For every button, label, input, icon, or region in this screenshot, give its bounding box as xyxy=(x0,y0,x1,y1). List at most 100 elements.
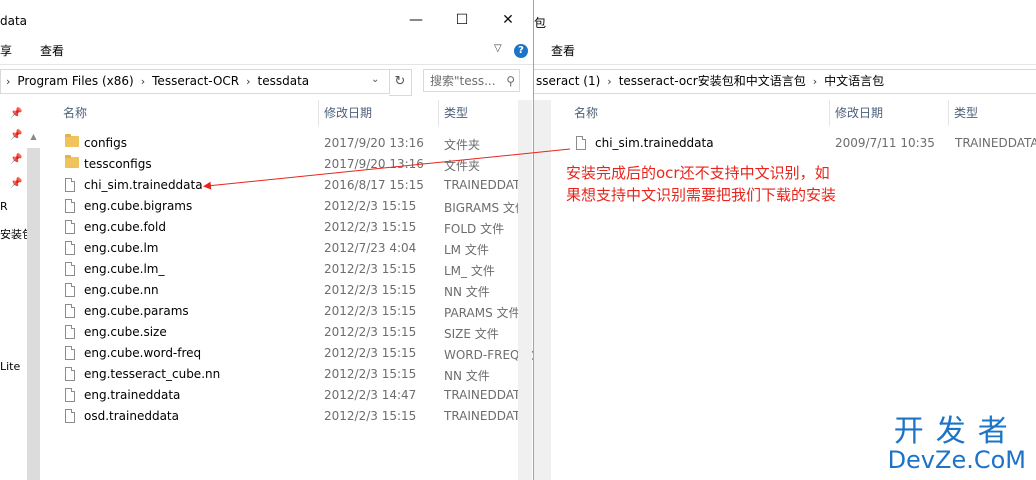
file-row[interactable]: osd.traineddata 2012/2/3 15:15 TRAINEDDATA xyxy=(58,406,528,427)
file-icon xyxy=(65,388,75,402)
search-input[interactable]: 搜索"tess... ⚲ xyxy=(423,69,520,92)
file-icon xyxy=(65,325,75,339)
right-explorer-window: 包 查看 sseract (1) › tesseract-ocr安装包和中文语言包 ›… xyxy=(534,0,1036,480)
file-row[interactable]: eng.traineddata 2012/2/3 14:47 TRAINEDDATA xyxy=(58,385,528,406)
pin-icon[interactable]: 📌 xyxy=(10,178,22,189)
file-date: 2012/2/3 15:15 xyxy=(324,304,417,318)
file-row[interactable]: tessconfigs 2017/9/20 13:16 文件夹 xyxy=(58,154,518,175)
breadcrumb-item[interactable]: Tesseract-OCR xyxy=(150,70,241,93)
file-name: eng.cube.params xyxy=(84,304,189,318)
maximize-button[interactable]: ☐ xyxy=(442,6,482,34)
pin-icon[interactable]: 📌 xyxy=(10,130,22,141)
ribbon-tab-view[interactable]: 查看 xyxy=(40,42,64,59)
file-type: TRAINEDDATA xyxy=(444,178,528,192)
file-name: tessconfigs xyxy=(84,157,152,171)
file-date: 2012/2/3 15:15 xyxy=(324,325,417,339)
column-header-date[interactable]: 修改日期 xyxy=(835,100,883,126)
column-header-name[interactable]: 名称 xyxy=(574,100,598,126)
file-date: 2012/2/3 14:47 xyxy=(324,388,417,402)
nav-item[interactable]: R xyxy=(0,200,8,213)
file-type: TRAINEDDATA xyxy=(955,136,1036,150)
address-bar[interactable]: sseract (1) › tesseract-ocr安装包和中文语言包 › 中文语言包 xyxy=(534,69,1036,94)
breadcrumb-item[interactable]: sseract (1) xyxy=(534,70,602,93)
file-type: NN 文件 xyxy=(444,285,490,299)
file-date: 2009/7/11 10:35 xyxy=(835,136,935,150)
breadcrumb-item[interactable]: tesseract-ocr安装包和中文语言包 xyxy=(617,70,808,93)
file-icon xyxy=(65,409,75,423)
file-type: TRAINEDDATA xyxy=(444,388,528,402)
file-date: 2012/7/23 4:04 xyxy=(324,241,417,255)
address-bar[interactable]: › Program Files (x86) › Tesseract-OCR › tessd… xyxy=(0,69,390,94)
help-icon[interactable]: ? xyxy=(514,44,528,58)
watermark-logo: 开发者 DevZe.CoM xyxy=(888,414,1026,473)
file-type: SIZE 文件 xyxy=(444,327,499,341)
refresh-icon[interactable]: ↻ xyxy=(389,69,412,96)
file-date: 2012/2/3 15:15 xyxy=(324,262,417,276)
chevron-right-icon: › xyxy=(6,75,11,88)
annotation-line: 安装完成后的ocr还不支持中文识别，如 xyxy=(566,164,830,182)
nav-item[interactable]: Lite xyxy=(0,360,20,373)
chevron-down-icon[interactable]: ▽ xyxy=(494,43,502,54)
left-explorer-window: data — ☐ ✕ 享 查看 ▽ ? › Program Files (x86)… xyxy=(0,0,534,480)
file-row[interactable]: chi_sim.traineddata 2009/7/11 10:35 TRAINE… xyxy=(569,133,1036,154)
file-row[interactable]: eng.cube.lm_ 2012/2/3 15:15 LM_ 文件 xyxy=(58,259,518,280)
breadcrumb-item[interactable]: Program Files (x86) xyxy=(15,70,135,93)
file-icon xyxy=(65,283,75,297)
minimize-button[interactable]: — xyxy=(396,6,436,34)
ribbon-tab-share[interactable]: 享 xyxy=(0,42,12,59)
watermark-cn: 开发者 xyxy=(893,414,1020,449)
nav-scrollbar[interactable] xyxy=(27,148,40,480)
file-row[interactable]: eng.cube.bigrams 2012/2/3 15:15 BIGRAMS 文件 xyxy=(58,196,527,217)
file-icon xyxy=(65,346,75,360)
file-type: FOLD 文件 xyxy=(444,222,505,236)
annotation-line: 果想支持中文识别需要把我们下载的安装 xyxy=(566,186,837,204)
file-type: PARAMS 文件 xyxy=(444,306,521,320)
column-header-name[interactable]: 名称 xyxy=(63,100,87,126)
ribbon-tab-view[interactable]: 查看 xyxy=(551,42,575,59)
chevron-right-icon: › xyxy=(607,75,612,88)
ribbon-divider xyxy=(0,64,533,65)
column-divider[interactable] xyxy=(438,100,439,126)
file-icon xyxy=(65,262,75,276)
file-row[interactable]: configs 2017/9/20 13:16 文件夹 xyxy=(58,133,518,154)
file-type: NN 文件 xyxy=(444,369,490,383)
file-date: 2012/2/3 15:15 xyxy=(324,409,417,423)
pin-icon[interactable]: 📌 xyxy=(10,108,22,119)
file-row[interactable]: eng.tesseract_cube.nn 2012/2/3 15:15 NN 文件 xyxy=(58,364,518,385)
file-row[interactable]: chi_sim.traineddata 2016/8/17 15:15 TRAINE… xyxy=(58,175,528,196)
column-header-type[interactable]: 类型 xyxy=(444,100,468,126)
file-row[interactable]: eng.cube.size 2012/2/3 15:15 SIZE 文件 xyxy=(58,322,518,343)
pane-splitter[interactable] xyxy=(534,100,551,480)
breadcrumb-item[interactable]: tessdata xyxy=(256,70,312,93)
scroll-up-arrow[interactable]: ▲ xyxy=(27,132,40,146)
search-icon[interactable]: ⚲ xyxy=(506,70,515,93)
pin-icon[interactable]: 📌 xyxy=(10,154,22,165)
file-row[interactable]: eng.cube.word-freq 2012/2/3 15:15 WORD-FRE… xyxy=(58,343,533,364)
file-row[interactable]: eng.cube.params 2012/2/3 15:15 PARAMS 文件 xyxy=(58,301,521,322)
column-header-date[interactable]: 修改日期 xyxy=(324,100,372,126)
column-divider[interactable] xyxy=(829,100,830,126)
file-type: 文件夹 xyxy=(444,159,481,173)
close-button[interactable]: ✕ xyxy=(488,6,528,34)
column-divider[interactable] xyxy=(948,100,949,126)
column-header-type[interactable]: 类型 xyxy=(954,100,978,126)
file-row[interactable]: eng.cube.fold 2012/2/3 15:15 FOLD 文件 xyxy=(58,217,518,238)
file-row[interactable]: eng.cube.lm 2012/7/23 4:04 LM 文件 xyxy=(58,238,518,259)
right-window-title: 包 xyxy=(534,16,547,30)
ribbon-divider xyxy=(534,64,1036,65)
search-placeholder: 搜索"tess... xyxy=(430,74,496,88)
file-name: eng.cube.word-freq xyxy=(84,346,202,360)
file-date: 2017/9/20 13:16 xyxy=(324,136,424,150)
file-name: chi_sim.traineddata xyxy=(595,136,714,150)
file-name: configs xyxy=(84,136,127,150)
file-row[interactable]: eng.cube.nn 2012/2/3 15:15 NN 文件 xyxy=(58,280,518,301)
file-name: eng.traineddata xyxy=(84,388,181,402)
column-divider[interactable] xyxy=(318,100,319,126)
file-name: eng.cube.fold xyxy=(84,220,166,234)
breadcrumb-item[interactable]: 中文语言包 xyxy=(822,70,886,93)
address-dropdown-icon[interactable]: ⌄ xyxy=(371,74,379,85)
left-window-title: data xyxy=(0,14,28,28)
file-list-scrollbar[interactable] xyxy=(518,100,532,480)
file-type: TRAINEDDATA xyxy=(444,409,528,423)
left-titlebar: data — ☐ ✕ xyxy=(0,0,533,42)
